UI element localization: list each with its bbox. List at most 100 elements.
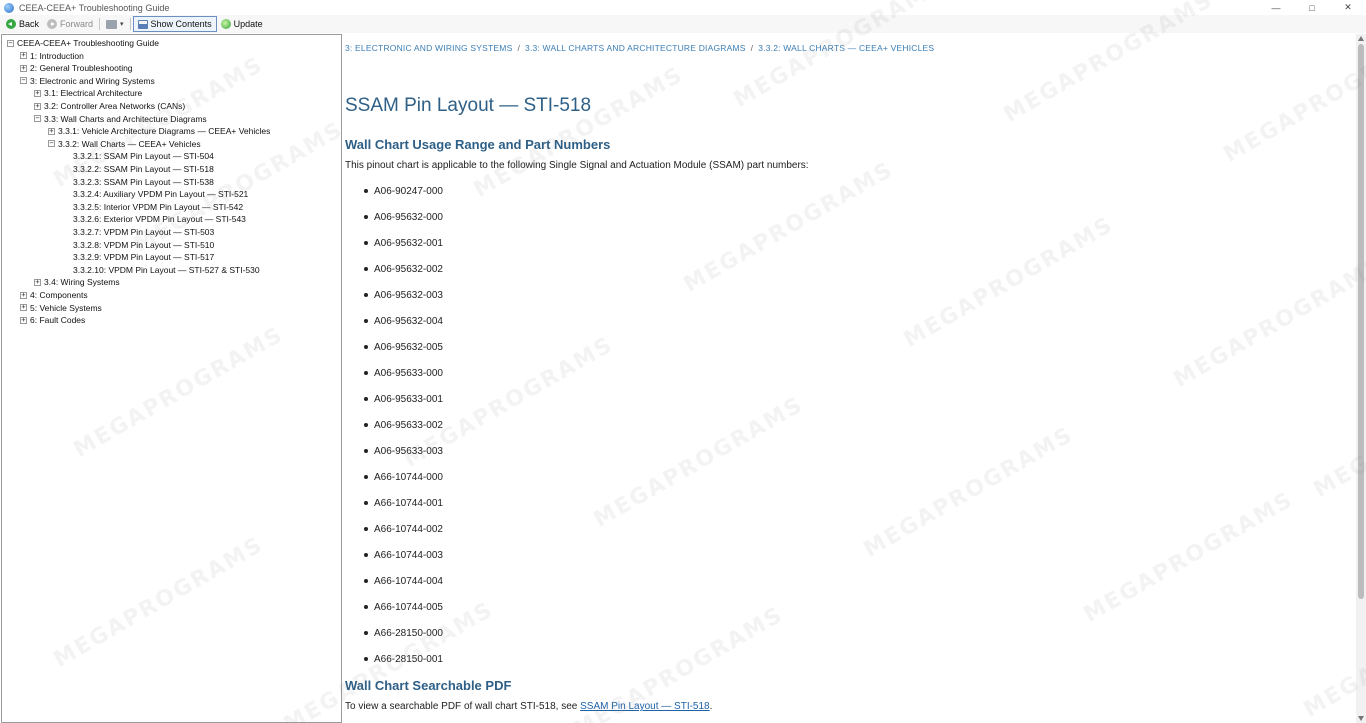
list-item: A06-95633-003 (345, 446, 745, 472)
print-button[interactable]: ▾ (102, 16, 128, 32)
breadcrumb-link[interactable]: 3.3: WALL CHARTS AND ARCHITECTURE DIAGRA… (525, 43, 746, 53)
expand-icon[interactable]: + (34, 278, 41, 286)
update-button[interactable]: Update (217, 16, 267, 32)
tree-item-label: 3.3: Wall Charts and Architecture Diagra… (44, 113, 207, 124)
page-title: SSAM Pin Layout — STI-518 (345, 95, 592, 116)
tree-item-sti-510[interactable]: 3.3.2.8: VPDM Pin Layout — STI-510 (73, 239, 214, 251)
tree-item-label: 3.3.2.10: VPDM Pin Layout — STI-527 & ST… (73, 264, 260, 275)
breadcrumb-separator: / (517, 43, 521, 53)
tree-item-sti-518[interactable]: 3.3.2.2: SSAM Pin Layout — STI-518 (73, 163, 214, 175)
scroll-down-icon[interactable] (1358, 716, 1364, 721)
tree-item-wall-charts-diagrams[interactable]: − 3.3: Wall Charts and Architecture Diag… (34, 113, 207, 125)
list-item: A06-95632-001 (345, 238, 745, 264)
tree-item-wall-charts-ceea[interactable]: − 3.3.2: Wall Charts — CEEA+ Vehicles (48, 138, 201, 150)
part-number-list: A06-90247-000 A06-95632-000 A06-95632-00… (345, 186, 745, 680)
tree-item-sti-521[interactable]: 3.3.2.4: Auxiliary VPDM Pin Layout — STI… (73, 188, 248, 200)
tree-item-label: 3.3.2.9: VPDM Pin Layout — STI-517 (73, 252, 215, 263)
window-controls: — □ ✕ (1258, 0, 1366, 15)
tree-item-label: 3: Electronic and Wiring Systems (30, 75, 155, 86)
list-item: A06-95632-000 (345, 212, 745, 238)
tree-item-label: 4: Components (30, 290, 88, 300)
tree-item-general-troubleshooting[interactable]: + 2: General Troubleshooting (20, 62, 133, 74)
maximize-button[interactable]: □ (1294, 0, 1330, 15)
tree-item-sti-503[interactable]: 3.3.2.7: VPDM Pin Layout — STI-503 (73, 226, 214, 238)
expand-icon[interactable]: + (34, 89, 41, 97)
tree-item-sti-542[interactable]: 3.3.2.5: Interior VPDM Pin Layout — STI-… (73, 201, 243, 213)
tree-item-vehicle-systems[interactable]: + 5: Vehicle Systems (20, 302, 102, 314)
pdf-heading: Wall Chart Searchable PDF (345, 678, 512, 693)
list-item: A06-95633-000 (345, 368, 745, 394)
list-item: A66-10744-001 (345, 498, 745, 524)
list-item: A66-10744-002 (345, 524, 745, 550)
tree-item-label: 3.3.2.7: VPDM Pin Layout — STI-503 (73, 227, 215, 237)
contents-tree: − CEEA-CEEA+ Troubleshooting Guide + 1: … (1, 34, 342, 723)
pdf-text-end: . (709, 701, 713, 712)
breadcrumb-link[interactable]: 3: ELECTRONIC AND WIRING SYSTEMS (345, 43, 512, 53)
list-item: A06-90247-000 (345, 186, 745, 212)
tree-item-fault-codes[interactable]: + 6: Fault Codes (20, 314, 85, 326)
expand-icon[interactable]: + (48, 127, 55, 135)
expand-icon[interactable]: + (20, 316, 27, 324)
tree-item-label: 3.4: Wiring Systems (44, 277, 120, 288)
tree-item-components[interactable]: + 4: Components (20, 289, 88, 301)
collapse-icon[interactable]: − (7, 39, 14, 47)
expand-icon[interactable]: + (20, 291, 27, 299)
tree-root[interactable]: − CEEA-CEEA+ Troubleshooting Guide (7, 37, 159, 49)
close-button[interactable]: ✕ (1330, 0, 1366, 15)
tree-item-label: 3.3.2.4: Auxiliary VPDM Pin Layout — STI… (73, 189, 249, 200)
tree-item-sti-527-530[interactable]: 3.3.2.10: VPDM Pin Layout — STI-527 & ST… (73, 264, 260, 276)
forward-button[interactable]: Forward (43, 16, 97, 32)
tree-item-wiring-systems[interactable]: + 3.4: Wiring Systems (34, 276, 120, 288)
breadcrumb: 3: ELECTRONIC AND WIRING SYSTEMS / 3.3: WA… (345, 43, 934, 53)
breadcrumb-link[interactable]: 3.3.2: WALL CHARTS — CEEA+ VEHICLES (758, 43, 934, 53)
vertical-scrollbar[interactable] (1356, 34, 1366, 723)
list-item: A66-10744-004 (345, 576, 745, 602)
collapse-icon[interactable]: − (20, 77, 27, 85)
tree-item-label: 3.3.1: Vehicle Architecture Diagrams — C… (58, 126, 271, 137)
tree-item-label: 3.2: Controller Area Networks (CANs) (44, 101, 186, 111)
tree-item-label: 3.3.2.2: SSAM Pin Layout — STI-518 (73, 164, 214, 174)
tree-item-label: 1: Introduction (30, 50, 84, 61)
tree-item-label: 5: Vehicle Systems (30, 302, 102, 313)
tree-item-vehicle-architecture-diagrams[interactable]: + 3.3.1: Vehicle Architecture Diagrams —… (48, 125, 270, 137)
title-bar: CEEA-CEEA+ Troubleshooting Guide — □ ✕ (0, 0, 1366, 15)
scroll-thumb[interactable] (1358, 44, 1364, 599)
tree-item-electronic-wiring[interactable]: − 3: Electronic and Wiring Systems (20, 75, 155, 87)
expand-icon[interactable]: + (20, 52, 27, 60)
tree-item-sti-543[interactable]: 3.3.2.6: Exterior VPDM Pin Layout — STI-… (73, 213, 246, 225)
show-contents-button[interactable]: Show Contents (132, 16, 217, 32)
tree-item-label: 3.3.2.6: Exterior VPDM Pin Layout — STI-… (73, 214, 246, 225)
tree-item-introduction[interactable]: + 1: Introduction (20, 50, 84, 62)
contents-icon (137, 19, 148, 29)
usage-description: This pinout chart is applicable to the f… (345, 160, 809, 171)
list-item: A06-95632-004 (345, 316, 745, 342)
collapse-icon[interactable]: − (34, 115, 41, 123)
collapse-icon[interactable]: − (48, 140, 55, 148)
tree-item-label: 3.3.2.3: SSAM Pin Layout — STI-538 (73, 176, 214, 187)
list-item: A66-10744-003 (345, 550, 745, 576)
breadcrumb-separator: / (750, 43, 754, 53)
expand-icon[interactable]: + (34, 102, 41, 110)
tree-item-sti-538[interactable]: 3.3.2.3: SSAM Pin Layout — STI-538 (73, 176, 214, 188)
update-globe-icon (220, 19, 231, 29)
minimize-button[interactable]: — (1258, 0, 1294, 15)
tree-item-label: 3.3.2: Wall Charts — CEEA+ Vehicles (58, 138, 201, 149)
pdf-link[interactable]: SSAM Pin Layout — STI-518 (580, 701, 710, 712)
back-button[interactable]: Back (2, 16, 43, 32)
tree-item-electrical-architecture[interactable]: + 3.1: Electrical Architecture (34, 87, 142, 99)
pdf-text: To view a searchable PDF of wall chart S… (345, 701, 581, 712)
pdf-description: To view a searchable PDF of wall chart S… (345, 701, 712, 712)
forward-arrow-icon (47, 19, 58, 29)
update-label: Update (233, 19, 263, 29)
tree-item-sti-517[interactable]: 3.3.2.9: VPDM Pin Layout — STI-517 (73, 251, 214, 263)
expand-icon[interactable]: + (20, 304, 27, 312)
tree-item-cans[interactable]: + 3.2: Controller Area Networks (CANs) (34, 100, 185, 112)
expand-icon[interactable]: + (20, 64, 27, 72)
tree-item-sti-504[interactable]: 3.3.2.1: SSAM Pin Layout — STI-504 (73, 150, 214, 162)
tree-item-label: 3.3.2.8: VPDM Pin Layout — STI-510 (73, 239, 215, 250)
tree-item-label: 6: Fault Codes (30, 315, 86, 326)
list-item: A66-28150-000 (345, 628, 745, 654)
scroll-up-icon[interactable] (1358, 36, 1364, 41)
list-item: A06-95632-003 (345, 290, 745, 316)
tree-item-label: 3.3.2.5: Interior VPDM Pin Layout — STI-… (73, 201, 244, 212)
